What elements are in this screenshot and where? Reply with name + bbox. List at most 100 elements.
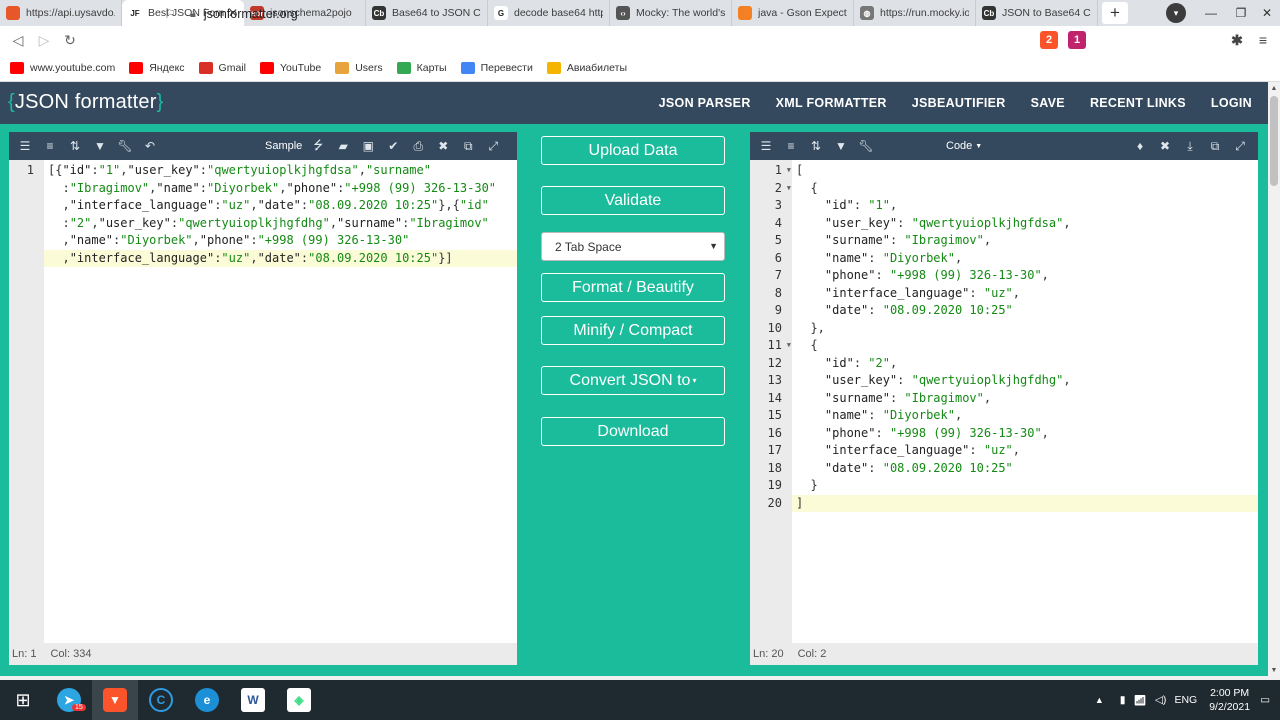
volume-icon[interactable]: ◁) <box>1155 694 1167 706</box>
brave-taskbar-button[interactable]: ▼ <box>92 680 138 720</box>
telegram-taskbar-button[interactable]: ➤ 15 <box>46 680 92 720</box>
copy-icon[interactable]: ⧉ <box>1205 132 1225 160</box>
code-line[interactable]: :"2","user_key":"qwertyuioplkjhgfdhg","s… <box>44 215 517 233</box>
repair-wrench-icon[interactable]: 🔧︎ <box>856 132 876 160</box>
close-window-icon[interactable]: ✕ <box>1252 0 1280 26</box>
reload-icon[interactable]: ↻ <box>57 26 83 54</box>
indent-select[interactable]: 2 Tab Space ▼ <box>541 232 725 261</box>
brave-rewards-icon[interactable]: 1 <box>1068 31 1086 49</box>
code-line[interactable]: "id": "1", <box>792 197 1258 215</box>
clear-icon[interactable]: ✖ <box>433 132 453 160</box>
tray-chevron-icon[interactable]: ▲ <box>1095 695 1104 705</box>
code-line[interactable]: "phone": "+998 (99) 326-13-30", <box>792 267 1258 285</box>
tab-search-icon[interactable]: ▾ <box>1166 3 1186 23</box>
brush-icon[interactable]: ♦ <box>1130 132 1150 160</box>
back-icon[interactable]: ◁ <box>5 26 31 54</box>
scroll-down-icon[interactable]: ▼ <box>1268 664 1280 676</box>
output-editor-body[interactable]: 1 ▼ 2 ▼ 3 4 5 6 7 8 9 10 11 ▼ 12 13 14 15 16 17 18 19 20 [ { "… <box>750 160 1258 643</box>
compact-icon[interactable]: ≡ <box>40 132 60 160</box>
scroll-up-icon[interactable]: ▲ <box>1268 82 1280 94</box>
validate-check-icon[interactable]: ✔ <box>383 132 403 160</box>
extensions-puzzle-icon[interactable]: ✱ <box>1228 31 1246 49</box>
code-line[interactable]: ,"interface_language":"uz","date":"08.09… <box>44 197 517 215</box>
bookmark-item[interactable]: YouTube <box>259 61 321 74</box>
minimize-icon[interactable]: — <box>1196 0 1226 26</box>
fold-arrow-icon[interactable]: ▼ <box>787 337 791 355</box>
code-line[interactable]: } <box>792 477 1258 495</box>
code-line[interactable]: "interface_language": "uz", <box>792 285 1258 303</box>
sample-button[interactable]: Sample <box>265 140 302 152</box>
language-indicator[interactable]: ENG <box>1174 694 1197 706</box>
upload-data-button[interactable]: Upload Data <box>541 136 725 165</box>
mode-dropdown[interactable]: Code ▼ <box>946 132 982 160</box>
code-line[interactable]: "id": "2", <box>792 355 1258 373</box>
bookmark-icon[interactable]: ⚐ <box>164 6 176 22</box>
code-line[interactable]: "surname": "Ibragimov", <box>792 232 1258 250</box>
copy-icon[interactable]: ⧉ <box>458 132 478 160</box>
code-line[interactable]: "phone": "+998 (99) 326-13-30", <box>792 425 1258 443</box>
filter-icon[interactable]: ▼ <box>90 132 110 160</box>
bookmark-item[interactable]: Users <box>335 61 383 74</box>
code-line[interactable]: }, <box>792 320 1258 338</box>
code-line[interactable]: "name": "Diyorbek", <box>792 407 1258 425</box>
code-line[interactable]: { <box>792 180 1258 198</box>
url-field[interactable]: 🔒︎ jsonformatter.org <box>190 3 1062 25</box>
sort-icon[interactable]: ⇅ <box>806 132 826 160</box>
code-line[interactable]: [ <box>792 162 1258 180</box>
sort-icon[interactable]: ⇅ <box>65 132 85 160</box>
code-line[interactable]: ] <box>792 494 1258 512</box>
usb-icon[interactable]: ⭍ <box>308 132 328 160</box>
format-icon[interactable]: ☰ <box>15 132 35 160</box>
download-icon[interactable]: ⤓ <box>1180 132 1200 160</box>
code-line[interactable]: "name": "Diyorbek", <box>792 250 1258 268</box>
code-line[interactable]: "surname": "Ibragimov", <box>792 390 1258 408</box>
notifications-icon[interactable]: ▭ <box>1260 694 1270 706</box>
scrollbar-thumb[interactable] <box>1270 96 1278 186</box>
save-icon[interactable]: ▣ <box>358 132 378 160</box>
clear-icon[interactable]: ✖ <box>1155 132 1175 160</box>
input-code-area[interactable]: [{"id":"1","user_key":"qwertyuioplkjhgfd… <box>44 160 517 643</box>
bookmark-item[interactable]: Авиабилеты <box>546 61 627 74</box>
start-button[interactable]: ⊞ <box>0 680 46 720</box>
format-beautify-button[interactable]: Format / Beautify <box>541 273 725 302</box>
brave-shield-icon[interactable]: 2 <box>1040 31 1058 49</box>
edge-taskbar-button[interactable]: e <box>184 680 230 720</box>
compact-icon[interactable]: ≡ <box>781 132 801 160</box>
undo-icon[interactable]: ↶ <box>140 132 160 160</box>
code-line[interactable]: "interface_language": "uz", <box>792 442 1258 460</box>
site-nav-link[interactable]: XML FORMATTER <box>776 96 887 110</box>
site-nav-link[interactable]: SAVE <box>1031 96 1065 110</box>
output-code-area[interactable]: [ { "id": "1", "user_key": "qwertyuioplk… <box>792 160 1258 643</box>
site-nav-link[interactable]: JSBEAUTIFIER <box>912 96 1006 110</box>
validate-button[interactable]: Validate <box>541 186 725 215</box>
minify-compact-button[interactable]: Minify / Compact <box>541 316 725 345</box>
code-line[interactable]: "date": "08.09.2020 10:25" <box>792 302 1258 320</box>
bookmark-item[interactable]: www.youtube.com <box>10 61 115 74</box>
site-nav-link[interactable]: LOGIN <box>1211 96 1252 110</box>
code-line[interactable]: "user_key": "qwertyuioplkjhgfdsa", <box>792 215 1258 233</box>
signal-icon[interactable]: 📶︎ <box>1134 694 1147 707</box>
battery-icon[interactable]: ▮ <box>1120 694 1126 706</box>
code-line[interactable]: :"Ibragimov","name":"Diyorbek","phone":"… <box>44 180 517 198</box>
fullscreen-icon[interactable]: ⤢ <box>1230 132 1250 160</box>
android-studio-taskbar-button[interactable]: ◈ <box>276 680 322 720</box>
bookmark-item[interactable]: Карты <box>396 61 447 74</box>
fold-arrow-icon[interactable]: ▼ <box>787 162 791 180</box>
code-line[interactable]: [{"id":"1","user_key":"qwertyuioplkjhgfd… <box>44 162 517 180</box>
browser-menu-icon[interactable]: ≡ <box>1254 31 1272 49</box>
bookmark-item[interactable]: Яндекс <box>129 61 185 74</box>
repair-wrench-icon[interactable]: 🔧︎ <box>115 132 135 160</box>
input-editor-body[interactable]: 1 [{"id":"1","user_key":"qwertyuioplkjhg… <box>9 160 517 643</box>
forward-icon[interactable]: ▷ <box>31 26 57 54</box>
code-line[interactable]: { <box>792 337 1258 355</box>
download-button[interactable]: Download <box>541 417 725 446</box>
site-logo[interactable]: {JSON formatter} <box>8 91 164 114</box>
new-tab-button[interactable]: + <box>1102 2 1128 24</box>
code-line[interactable]: ,"name":"Diyorbek","phone":"+998 (99) 32… <box>44 232 517 250</box>
filter-icon[interactable]: ▼ <box>831 132 851 160</box>
bookmark-item[interactable]: Gmail <box>198 61 246 74</box>
code-line[interactable]: "date": "08.09.2020 10:25" <box>792 460 1258 478</box>
format-icon[interactable]: ☰ <box>756 132 776 160</box>
convert-json-button[interactable]: Convert JSON to ▾ <box>541 366 725 395</box>
app-taskbar-button[interactable]: W <box>230 680 276 720</box>
